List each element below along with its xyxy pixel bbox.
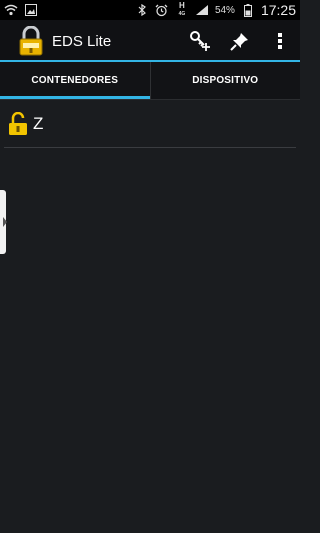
status-bar: H 4G 54% 17:25 bbox=[0, 0, 300, 20]
tab-contenedores[interactable]: CONTENEDORES bbox=[0, 62, 150, 99]
unlocked-padlock-icon bbox=[8, 111, 28, 136]
battery-icon bbox=[241, 3, 255, 17]
pin-button[interactable] bbox=[220, 20, 260, 62]
overflow-menu-icon bbox=[278, 33, 282, 49]
wifi-icon bbox=[4, 3, 18, 17]
image-icon bbox=[24, 3, 38, 17]
tab-label: DISPOSITIVO bbox=[192, 75, 259, 86]
signal-icon bbox=[195, 3, 209, 17]
drawer-handle[interactable] bbox=[0, 190, 7, 254]
tab-label: CONTENEDORES bbox=[31, 75, 119, 86]
clock: 17:25 bbox=[260, 2, 296, 18]
app-logo-padlock-icon bbox=[18, 25, 44, 56]
status-right: H 4G 54% 17:25 bbox=[135, 2, 296, 18]
overflow-menu-button[interactable] bbox=[260, 20, 300, 62]
list-item[interactable]: Z bbox=[4, 100, 296, 148]
alarm-icon bbox=[155, 3, 169, 17]
battery-percent: 54% bbox=[214, 4, 235, 16]
container-name: Z bbox=[33, 113, 44, 133]
add-key-icon bbox=[190, 31, 210, 51]
network-type-icon: H 4G bbox=[175, 1, 189, 18]
tab-bar: CONTENEDORES DISPOSITIVO bbox=[0, 62, 300, 100]
tab-dispositivo[interactable]: DISPOSITIVO bbox=[149, 62, 301, 99]
network-sub-label: 4G bbox=[178, 11, 186, 17]
pin-icon bbox=[230, 33, 248, 51]
app-title: EDS Lite bbox=[52, 32, 112, 50]
action-bar: EDS Lite bbox=[0, 20, 300, 62]
bluetooth-icon bbox=[135, 3, 149, 17]
container-list: Z bbox=[0, 100, 300, 148]
status-left bbox=[4, 3, 38, 17]
add-key-button[interactable] bbox=[180, 20, 220, 62]
network-type-label: H bbox=[179, 1, 185, 10]
